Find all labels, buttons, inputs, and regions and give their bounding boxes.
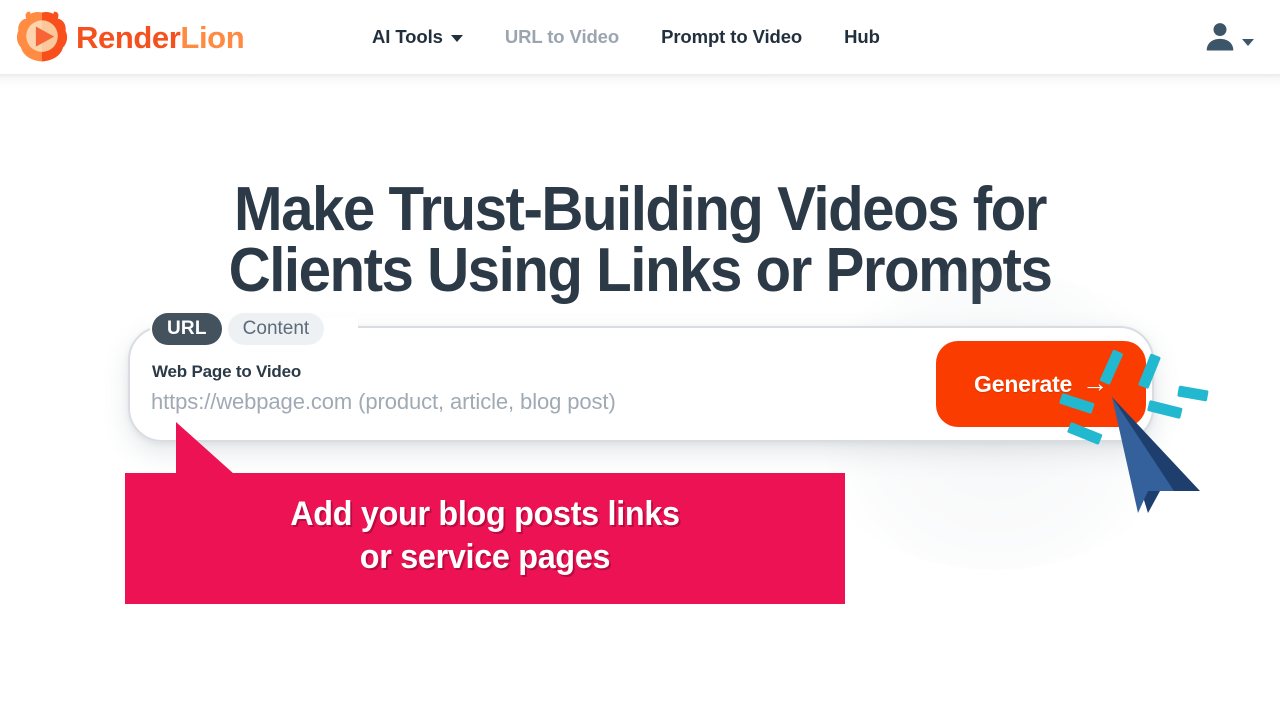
field-label-web-page-to-video: Web Page to Video	[152, 362, 302, 381]
generate-button[interactable]: Generate →	[936, 341, 1146, 427]
callout-text: Add your blog posts links or service pag…	[143, 493, 827, 579]
header-divider-shadow	[0, 74, 1280, 88]
brand-name-part2: Lion	[180, 19, 245, 55]
brand-name-part1: Render	[76, 19, 181, 55]
site-header: RenderLion AI Tools URL to Video Prompt …	[0, 0, 1280, 74]
nav-item-ai-tools[interactable]: AI Tools	[372, 26, 463, 48]
nav-label-hub: Hub	[844, 26, 880, 47]
tab-content-label: Content	[242, 318, 310, 339]
arrow-right-icon: →	[1082, 368, 1108, 398]
url-input[interactable]: https://webpage.com (product, article, b…	[151, 389, 616, 415]
generate-button-label: Generate	[974, 370, 1073, 397]
page-title-line1: Make Trust-Building Videos for	[234, 174, 1047, 244]
nav-item-prompt-to-video[interactable]: Prompt to Video	[661, 26, 802, 48]
main-navigation: AI Tools URL to Video Prompt to Video Hu…	[372, 0, 922, 74]
nav-item-hub[interactable]: Hub	[844, 26, 880, 48]
input-mode-tabs: URL Content	[152, 313, 325, 345]
nav-item-url-to-video[interactable]: URL to Video	[505, 26, 619, 48]
account-menu[interactable]	[1201, 18, 1254, 56]
account-chevron-down-icon	[1242, 38, 1254, 46]
nav-label-prompt-to-video: Prompt to Video	[661, 26, 803, 47]
tab-url-label: URL	[167, 318, 207, 339]
tab-content[interactable]: Content	[227, 313, 325, 345]
lion-play-logo-icon	[16, 11, 68, 62]
brand-wordmark: RenderLion	[76, 19, 245, 55]
tab-url[interactable]: URL	[152, 313, 222, 345]
callout-line1: Add your blog posts links	[290, 495, 680, 533]
chevron-down-icon	[450, 35, 463, 42]
page-root: RenderLion AI Tools URL to Video Prompt …	[0, 0, 1280, 720]
nav-label-url-to-video: URL to Video	[504, 26, 620, 47]
user-account-icon	[1206, 23, 1234, 51]
brand-logo[interactable]: RenderLion	[14, 8, 245, 66]
callout-line2: or service pages	[359, 538, 611, 576]
nav-label-ai-tools: AI Tools	[372, 26, 443, 47]
